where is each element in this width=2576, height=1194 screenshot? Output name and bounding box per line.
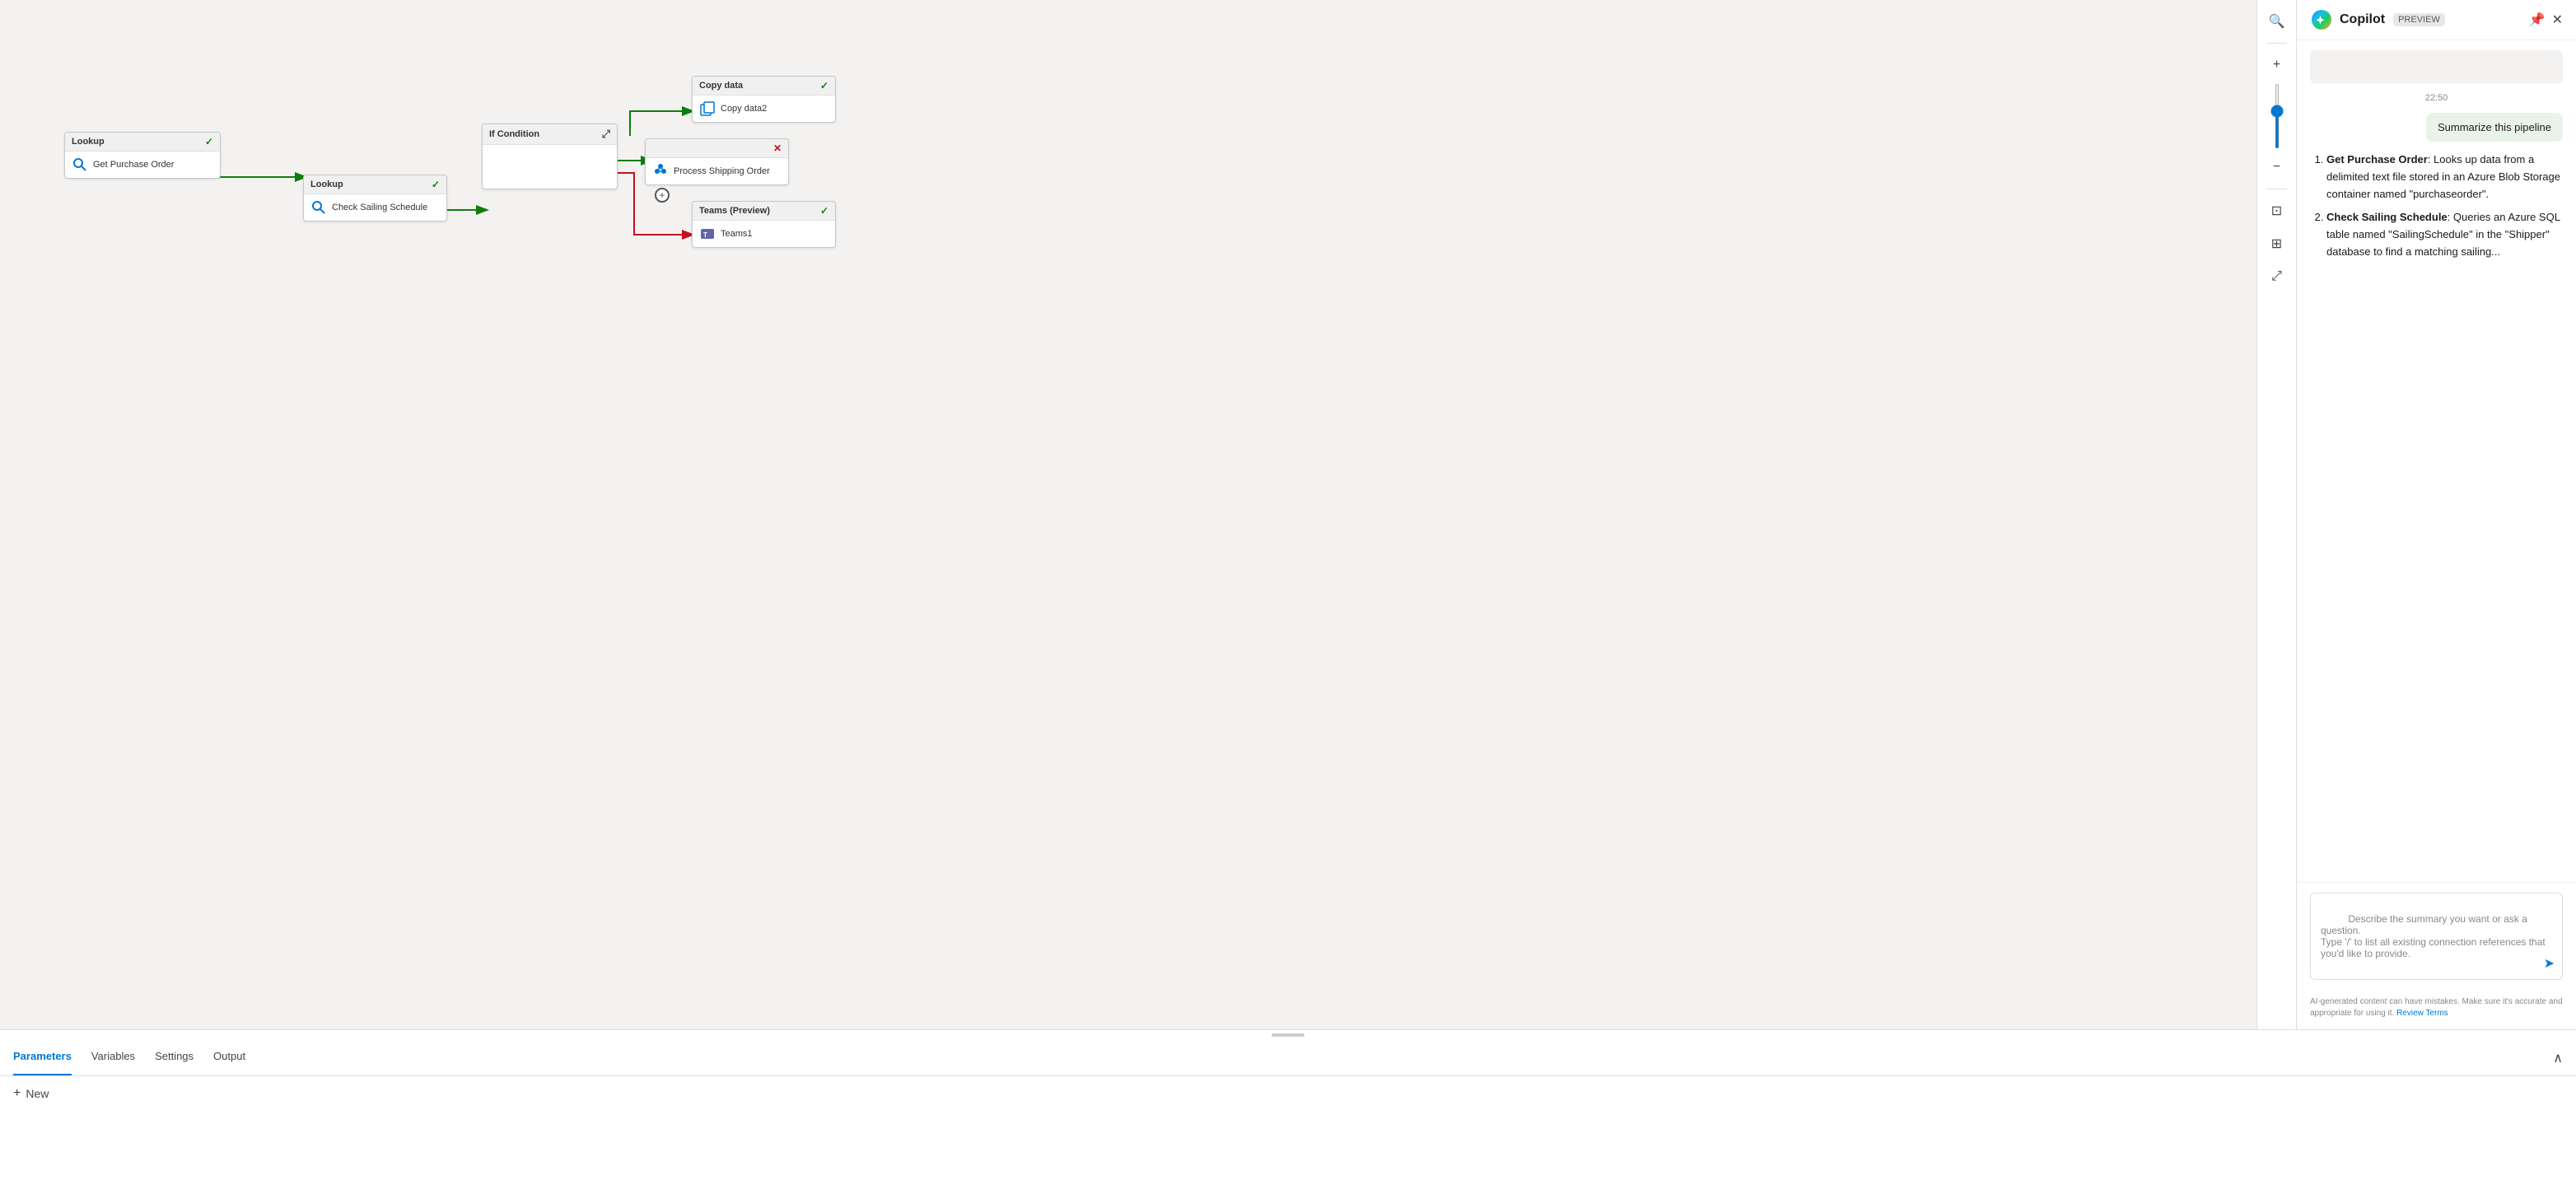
pipeline-canvas[interactable]: Lookup ✓ Get Purchase Order Lookup ✓ [0,0,2296,1029]
fit-button[interactable]: ⊡ [2262,196,2292,226]
search-button[interactable]: 🔍 [2262,7,2292,36]
copilot-input-box[interactable]: Describe the summary you want or ask a q… [2310,893,2563,980]
tab-parameters[interactable]: Parameters [13,1040,72,1075]
assistant-list-item-1: Get Purchase Order: Looks up data from a… [2326,152,2563,203]
node-body-if [483,145,617,186]
copilot-header: ✦ Copilot PREVIEW 📌 ✕ [2297,0,2576,40]
node-header-process: ✕ [646,139,788,158]
lookup-icon-2 [310,199,327,216]
node-body-lookup2: Check Sailing Schedule [304,194,446,221]
plus-icon: + [13,1086,21,1101]
x-icon: ✕ [773,142,782,154]
tab-output[interactable]: Output [213,1040,245,1075]
zoom-out-button[interactable]: − [2262,152,2292,182]
add-branch-button[interactable]: + [655,188,670,203]
close-copilot-button[interactable]: ✕ [2552,12,2563,28]
node-header-lookup2: Lookup ✓ [304,175,446,194]
copilot-header-actions: 📌 ✕ [2529,12,2563,28]
search-icon: 🔍 [2269,13,2285,30]
close-icon: ✕ [2552,13,2563,27]
node-teams[interactable]: Teams (Preview) ✓ T Teams1 [692,201,836,248]
check-icon-1: ✓ [205,136,213,147]
tab-variables[interactable]: Variables [91,1040,135,1075]
copilot-messages: 22:50 Summarize this pipeline Get Purcha… [2297,40,2576,882]
fit-icon: ⊡ [2271,203,2282,219]
node-process-shipping-order[interactable]: ✕ Process Shipping Order [645,138,789,185]
check-icon-teams: ✓ [820,205,828,217]
pin-icon: 📌 [2529,13,2546,27]
copilot-preview-badge: PREVIEW [2393,13,2445,26]
node-check-sailing-schedule[interactable]: Lookup ✓ Check Sailing Schedule [303,175,447,222]
item2-title: Check Sailing Schedule [2326,211,2448,223]
grid-button[interactable]: ⊞ [2262,229,2292,259]
bottom-panel-content: + New [0,1076,2576,1194]
bottom-panel: Parameters Variables Settings Output ∧ +… [0,1029,2576,1194]
toolbar-divider-1 [2267,43,2287,44]
node-body-process: Process Shipping Order [646,158,788,184]
node-body-teams: T Teams1 [693,221,835,247]
check-icon-copy: ✓ [820,80,828,91]
copilot-logo: ✦ [2310,8,2333,31]
drag-handle[interactable] [0,1030,2576,1040]
copilot-footer: AI-generated content can have mistakes. … [2297,990,2576,1029]
copilot-input-area: Describe the summary you want or ask a q… [2297,882,2576,990]
zoom-slider-container [2275,83,2279,149]
copilot-panel: ✦ Copilot PREVIEW 📌 ✕ 22:50 Summarize th… [2296,0,2576,1029]
previous-message-placeholder [2310,50,2563,83]
bottom-panel-tabs: Parameters Variables Settings Output ∧ [0,1040,2576,1076]
svg-text:✦: ✦ [2316,14,2325,26]
node-if-condition[interactable]: If Condition ⤢ [482,124,618,189]
copy-icon [699,100,716,117]
drag-handle-bar [1272,1033,1304,1037]
new-parameter-button[interactable]: + New [13,1086,49,1101]
canvas-toolbar: 🔍 + − ⊡ ⊞ ⤢ [2256,0,2296,1029]
copilot-input-wrapper: Describe the summary you want or ask a q… [2310,893,2563,980]
send-button[interactable]: ➤ [2544,955,2555,972]
check-icon-2: ✓ [432,179,440,190]
process-icon [652,163,669,180]
lookup-icon-1 [72,156,88,173]
svg-text:T: T [703,231,707,239]
tab-settings[interactable]: Settings [155,1040,194,1075]
zoom-in-button[interactable]: + [2262,50,2292,80]
node-header-if: If Condition ⤢ [483,124,617,145]
assistant-list-item-2: Check Sailing Schedule: Queries an Azure… [2326,209,2563,260]
node-copy-data[interactable]: Copy data ✓ Copy data2 [692,76,836,123]
collapse-panel-button[interactable]: ∧ [2553,1050,2563,1066]
node-header-lookup1: Lookup ✓ [65,133,220,152]
zoom-slider[interactable] [2275,83,2279,149]
zoom-in-icon: + [2273,58,2280,72]
expand-canvas-button[interactable]: ⤢ [2262,262,2292,292]
expand-icon: ⤢ [2271,269,2282,284]
review-terms-link[interactable]: Review Terms [2396,1009,2448,1018]
input-placeholder-text: Describe the summary you want or ask a q… [2321,913,2548,959]
zoom-out-icon: − [2273,160,2280,175]
message-timestamp: 22:50 [2310,93,2563,103]
node-body-lookup1: Get Purchase Order [65,152,220,178]
copilot-title: Copilot [2340,12,2385,27]
user-message: Summarize this pipeline [2426,113,2563,142]
node-header-teams: Teams (Preview) ✓ [693,202,835,221]
assistant-message: Get Purchase Order: Looks up data from a… [2310,152,2563,268]
item1-title: Get Purchase Order [2326,153,2428,166]
node-header-copy: Copy data ✓ [693,77,835,96]
node-get-purchase-order[interactable]: Lookup ✓ Get Purchase Order [64,132,221,179]
node-body-copy: Copy data2 [693,96,835,122]
teams-icon: T [699,226,716,242]
connections-svg [0,0,2296,1029]
send-icon: ➤ [2544,957,2555,971]
expand-icon[interactable]: ⤢ [602,128,610,141]
grid-icon: ⊞ [2271,236,2282,252]
pin-button[interactable]: 📌 [2529,12,2546,28]
